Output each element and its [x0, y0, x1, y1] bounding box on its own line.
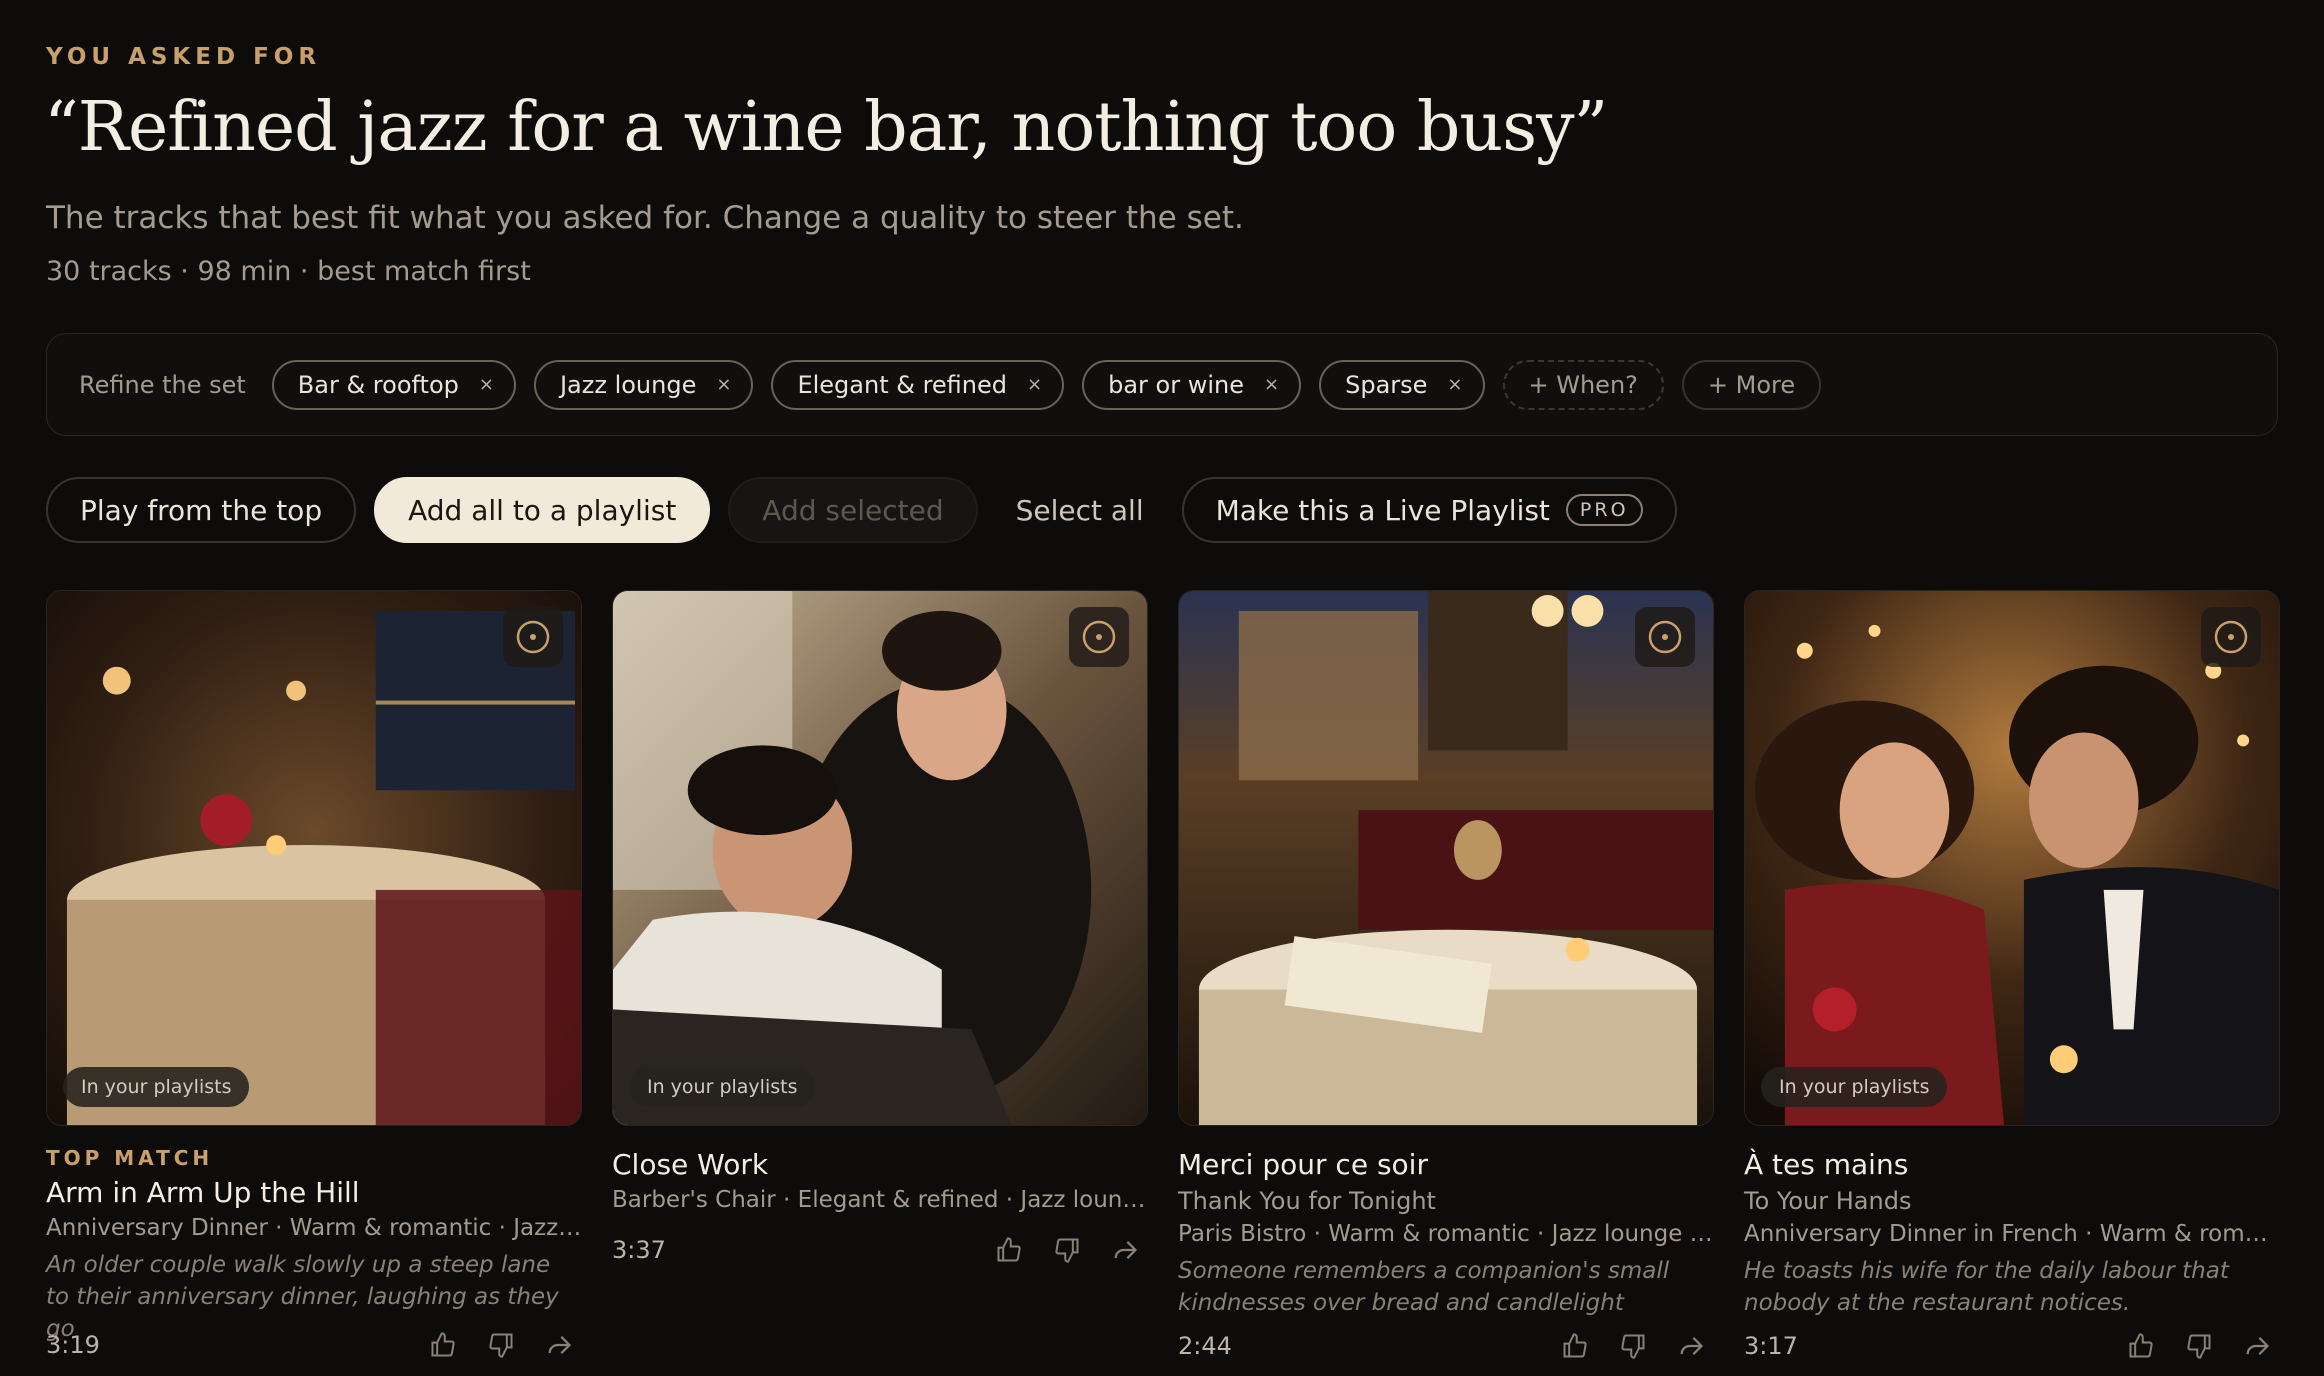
remove-chip-icon[interactable]: ×	[479, 374, 494, 395]
track-card[interactable]: In your playlists À tes mains To Your Ha…	[1744, 590, 2280, 1360]
preview-button[interactable]	[1069, 607, 1129, 667]
pro-badge: PRO	[1565, 494, 1643, 526]
results-page: YOU ASKED FOR “Refined jazz for a wine b…	[0, 0, 2324, 1376]
chip-label: Sparse	[1345, 370, 1428, 399]
preview-button[interactable]	[2201, 607, 2261, 667]
eyebrow-label: YOU ASKED FOR	[46, 44, 322, 70]
chip-label: Jazz lounge	[559, 370, 697, 399]
remove-chip-icon[interactable]: ×	[1264, 374, 1279, 395]
track-card[interactable]: In your playlists TOP MATCH Arm in Arm U…	[46, 590, 582, 1359]
in-playlists-badge: In your playlists	[63, 1067, 250, 1107]
share-icon[interactable]	[1110, 1235, 1140, 1265]
couple-scene-image	[1745, 591, 2279, 1125]
track-title[interactable]: Merci pour ce soir	[1178, 1148, 1714, 1181]
thumbs-up-icon[interactable]	[2126, 1331, 2156, 1361]
track-title[interactable]: Arm in Arm Up the Hill	[46, 1176, 582, 1209]
set-meta: 30 tracks · 98 min · best match first	[46, 256, 531, 287]
disc-icon	[1082, 620, 1116, 654]
track-title[interactable]: Close Work	[612, 1148, 1148, 1181]
disc-icon	[516, 620, 550, 654]
thumbs-up-icon[interactable]	[1560, 1331, 1590, 1361]
chip-label: Bar & rooftop	[297, 370, 459, 399]
thumbs-up-icon[interactable]	[428, 1330, 458, 1360]
track-subtitle: Thank You for Tonight	[1178, 1187, 1436, 1215]
in-playlists-badge: In your playlists	[629, 1067, 816, 1107]
preview-button[interactable]	[503, 607, 563, 667]
filter-chip[interactable]: Elegant & refined ×	[771, 359, 1065, 410]
page-title: “Refined jazz for a wine bar, nothing to…	[44, 88, 1608, 167]
track-duration: 3:19	[46, 1331, 100, 1359]
track-artwork[interactable]: In your playlists	[612, 590, 1148, 1126]
preview-button[interactable]	[1635, 607, 1695, 667]
make-live-playlist-button[interactable]: Make this a Live Playlist PRO	[1181, 477, 1677, 543]
refine-label: Refine the set	[79, 370, 246, 399]
refine-panel: Refine the set Bar & rooftop × Jazz loun…	[46, 333, 2278, 436]
in-playlists-badge: In your playlists	[1761, 1067, 1948, 1107]
track-tags: Barber's Chair · Elegant & refined · Jaz…	[612, 1187, 1148, 1213]
disc-icon	[1648, 620, 1682, 654]
track-tags: Anniversary Dinner · Warm & romantic · J…	[46, 1215, 582, 1241]
remove-chip-icon[interactable]: ×	[716, 374, 731, 395]
thumbs-down-icon[interactable]	[2184, 1331, 2214, 1361]
track-card[interactable]: Merci pour ce soir Thank You for Tonight…	[1178, 590, 1714, 1360]
add-more-chip[interactable]: + More	[1681, 359, 1822, 410]
track-artwork[interactable]	[1178, 590, 1714, 1126]
filter-chip[interactable]: Sparse ×	[1319, 359, 1485, 410]
track-duration: 3:37	[612, 1236, 666, 1264]
add-all-to-playlist-button[interactable]: Add all to a playlist	[374, 477, 711, 543]
thumbs-down-icon[interactable]	[1052, 1235, 1082, 1265]
chip-label: bar or wine	[1108, 370, 1244, 399]
track-subtitle: To Your Hands	[1744, 1187, 1912, 1215]
thumbs-down-icon[interactable]	[1618, 1331, 1648, 1361]
action-bar: Play from the top Add all to a playlist …	[46, 477, 1677, 543]
add-selected-button[interactable]: Add selected	[728, 477, 978, 543]
track-footer: 2:44	[1178, 1326, 1714, 1366]
track-tags: Anniversary Dinner in French · Warm & ro…	[1744, 1221, 2280, 1247]
track-footer: 3:17	[1744, 1326, 2280, 1366]
remove-chip-icon[interactable]: ×	[1027, 374, 1042, 395]
track-artwork[interactable]: In your playlists	[1744, 590, 2280, 1126]
thumbs-up-icon[interactable]	[994, 1235, 1024, 1265]
page-subtitle: The tracks that best fit what you asked …	[46, 200, 1244, 236]
track-tags: Paris Bistro · Warm & romantic · Jazz lo…	[1178, 1221, 1714, 1247]
share-icon[interactable]	[1676, 1331, 1706, 1361]
track-artwork[interactable]: In your playlists	[46, 590, 582, 1126]
filter-chip[interactable]: Bar & rooftop ×	[271, 359, 516, 410]
chip-label: Elegant & refined	[797, 370, 1008, 399]
filter-chip[interactable]: Jazz lounge ×	[533, 359, 754, 410]
select-all-button[interactable]: Select all	[996, 477, 1164, 543]
track-footer: 3:19	[46, 1325, 582, 1365]
share-icon[interactable]	[2242, 1331, 2272, 1361]
live-playlist-label: Make this a Live Playlist	[1215, 493, 1550, 527]
disc-icon	[2214, 620, 2248, 654]
track-footer: 3:37	[612, 1230, 1148, 1270]
barber-scene-image	[613, 591, 1147, 1125]
bistro-scene-image	[1179, 591, 1713, 1125]
track-description: He toasts his wife for the daily labour …	[1744, 1258, 2229, 1316]
top-match-label: TOP MATCH	[46, 1146, 214, 1170]
track-grid: In your playlists TOP MATCH Arm in Arm U…	[46, 590, 2280, 1360]
thumbs-down-icon[interactable]	[486, 1330, 516, 1360]
remove-chip-icon[interactable]: ×	[1447, 374, 1462, 395]
track-card[interactable]: In your playlists Close Work Barber's Ch…	[612, 590, 1148, 1345]
track-duration: 3:17	[1744, 1332, 1798, 1360]
restaurant-scene-image	[47, 591, 581, 1125]
track-description: Someone remembers a companion's small ki…	[1178, 1258, 1670, 1316]
play-from-top-button[interactable]: Play from the top	[46, 477, 357, 543]
track-title[interactable]: À tes mains	[1744, 1148, 2280, 1181]
add-when-chip[interactable]: + When?	[1502, 359, 1664, 410]
filter-chip[interactable]: bar or wine ×	[1082, 359, 1302, 410]
track-duration: 2:44	[1178, 1332, 1232, 1360]
share-icon[interactable]	[544, 1330, 574, 1360]
